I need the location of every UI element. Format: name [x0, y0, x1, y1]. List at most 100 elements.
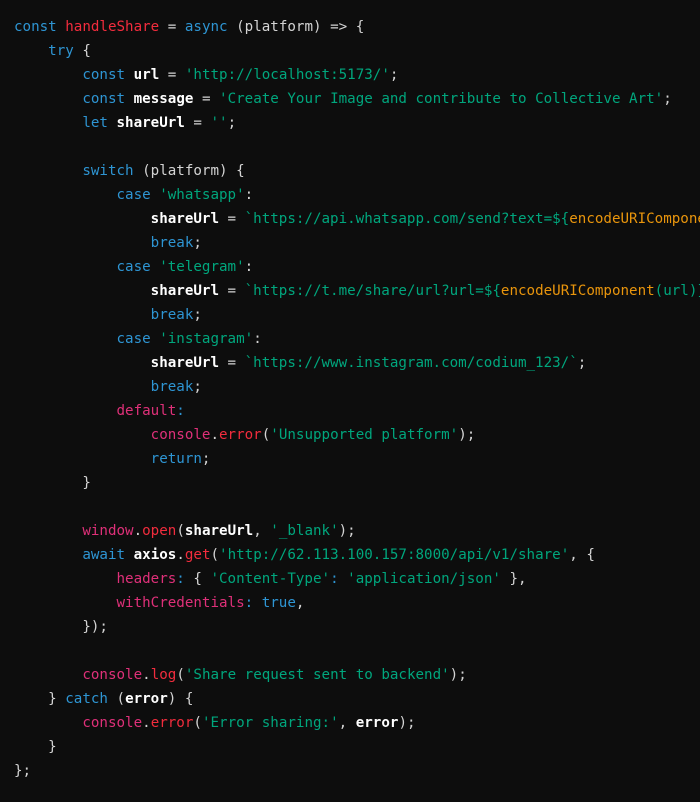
code-token: 'Content-Type' — [210, 571, 331, 587]
code-line: withCredentials: true, — [0, 591, 700, 615]
code-token: return — [150, 451, 202, 467]
code-token: break — [150, 235, 194, 251]
code-token: }, — [500, 571, 527, 587]
code-token: ( — [210, 547, 220, 563]
code-token: try — [48, 43, 74, 59]
code-token: , { — [569, 547, 595, 563]
code-token: shareUrl — [184, 523, 254, 539]
code-token: : — [176, 571, 185, 587]
code-token: }; — [14, 763, 32, 779]
code-token: async — [184, 19, 228, 35]
code-token: : — [244, 595, 254, 611]
code-token: ; — [193, 235, 202, 251]
code-token: } — [14, 475, 91, 491]
code-line: await axios.get('http://62.113.100.157:8… — [0, 543, 700, 567]
code-line: case 'instagram': — [0, 327, 700, 351]
code-token: 'Share request sent to backend' — [184, 667, 450, 683]
code-token: default — [116, 403, 177, 419]
code-token: case — [116, 259, 151, 275]
code-line: break; — [0, 375, 700, 399]
code-token: ); — [458, 427, 476, 443]
code-token: shareUrl — [150, 211, 220, 227]
code-token: ; — [193, 307, 202, 323]
code-token: : — [253, 331, 262, 347]
code-token: { — [73, 43, 91, 59]
code-token: 'whatsapp' — [159, 187, 245, 203]
code-token: encodeURIComponent — [500, 283, 655, 299]
code-line: case 'telegram': — [0, 255, 700, 279]
code-token: } — [14, 691, 66, 707]
code-token: . — [210, 427, 220, 443]
code-line: }; — [0, 759, 700, 783]
code-line: default: — [0, 399, 700, 423]
code-token: = — [219, 283, 245, 299]
code-token: 'Unsupported platform' — [270, 427, 459, 443]
code-token: `https://t.me/share/url?url= — [244, 283, 484, 299]
code-token: (platform) { — [133, 163, 245, 179]
code-token: switch — [82, 163, 134, 179]
code-token: ( — [176, 667, 185, 683]
code-token: console — [82, 715, 143, 731]
code-token: open — [142, 523, 177, 539]
code-token: ${ — [483, 283, 501, 299]
code-token: 'instagram' — [159, 331, 254, 347]
code-token: shareUrl — [150, 283, 220, 299]
code-token: , — [295, 595, 305, 611]
code-token: 'http://62.113.100.157:8000/api/v1/share… — [219, 547, 570, 563]
code-line: window.open(shareUrl, '_blank'); — [0, 519, 700, 543]
code-token: error — [219, 427, 262, 443]
code-token: . — [142, 715, 151, 731]
code-token: true — [261, 595, 296, 611]
code-token: . — [176, 547, 185, 563]
code-line: return; — [0, 447, 700, 471]
code-token: error — [150, 715, 194, 731]
code-line: shareUrl = `https://api.whatsapp.com/sen… — [0, 207, 700, 231]
code-token: : — [330, 571, 339, 587]
code-token: shareUrl — [116, 115, 185, 131]
code-line: console.log('Share request sent to backe… — [0, 663, 700, 687]
code-viewer[interactable]: const handleShare = async (platform) => … — [0, 0, 700, 802]
code-line: break; — [0, 231, 700, 255]
code-token: (platform) => { — [227, 19, 365, 35]
code-token: ; — [389, 67, 399, 83]
code-token: } — [14, 739, 57, 755]
code-line: console.error('Error sharing:', error); — [0, 711, 700, 735]
code-token: ; — [201, 451, 211, 467]
code-token: , — [338, 715, 356, 731]
code-token: log — [150, 667, 177, 683]
code-line: try { — [0, 39, 700, 63]
code-token: ; — [227, 115, 237, 131]
code-token: ; — [193, 379, 202, 395]
code-line: shareUrl = `https://t.me/share/url?url=$… — [0, 279, 700, 303]
code-token: error — [125, 691, 168, 707]
code-token: , — [253, 523, 271, 539]
code-token: 'http://localhost:5173/' — [184, 67, 390, 83]
code-token: . — [133, 523, 143, 539]
code-token: { — [184, 571, 211, 587]
code-token: case — [116, 187, 151, 203]
code-line: const handleShare = async (platform) => … — [0, 15, 700, 39]
code-token: ; — [663, 91, 672, 107]
code-token: console — [150, 427, 211, 443]
code-token: = — [219, 211, 245, 227]
code-token: const — [82, 67, 126, 83]
code-line: console.error('Unsupported platform'); — [0, 423, 700, 447]
code-token: ); — [338, 523, 356, 539]
